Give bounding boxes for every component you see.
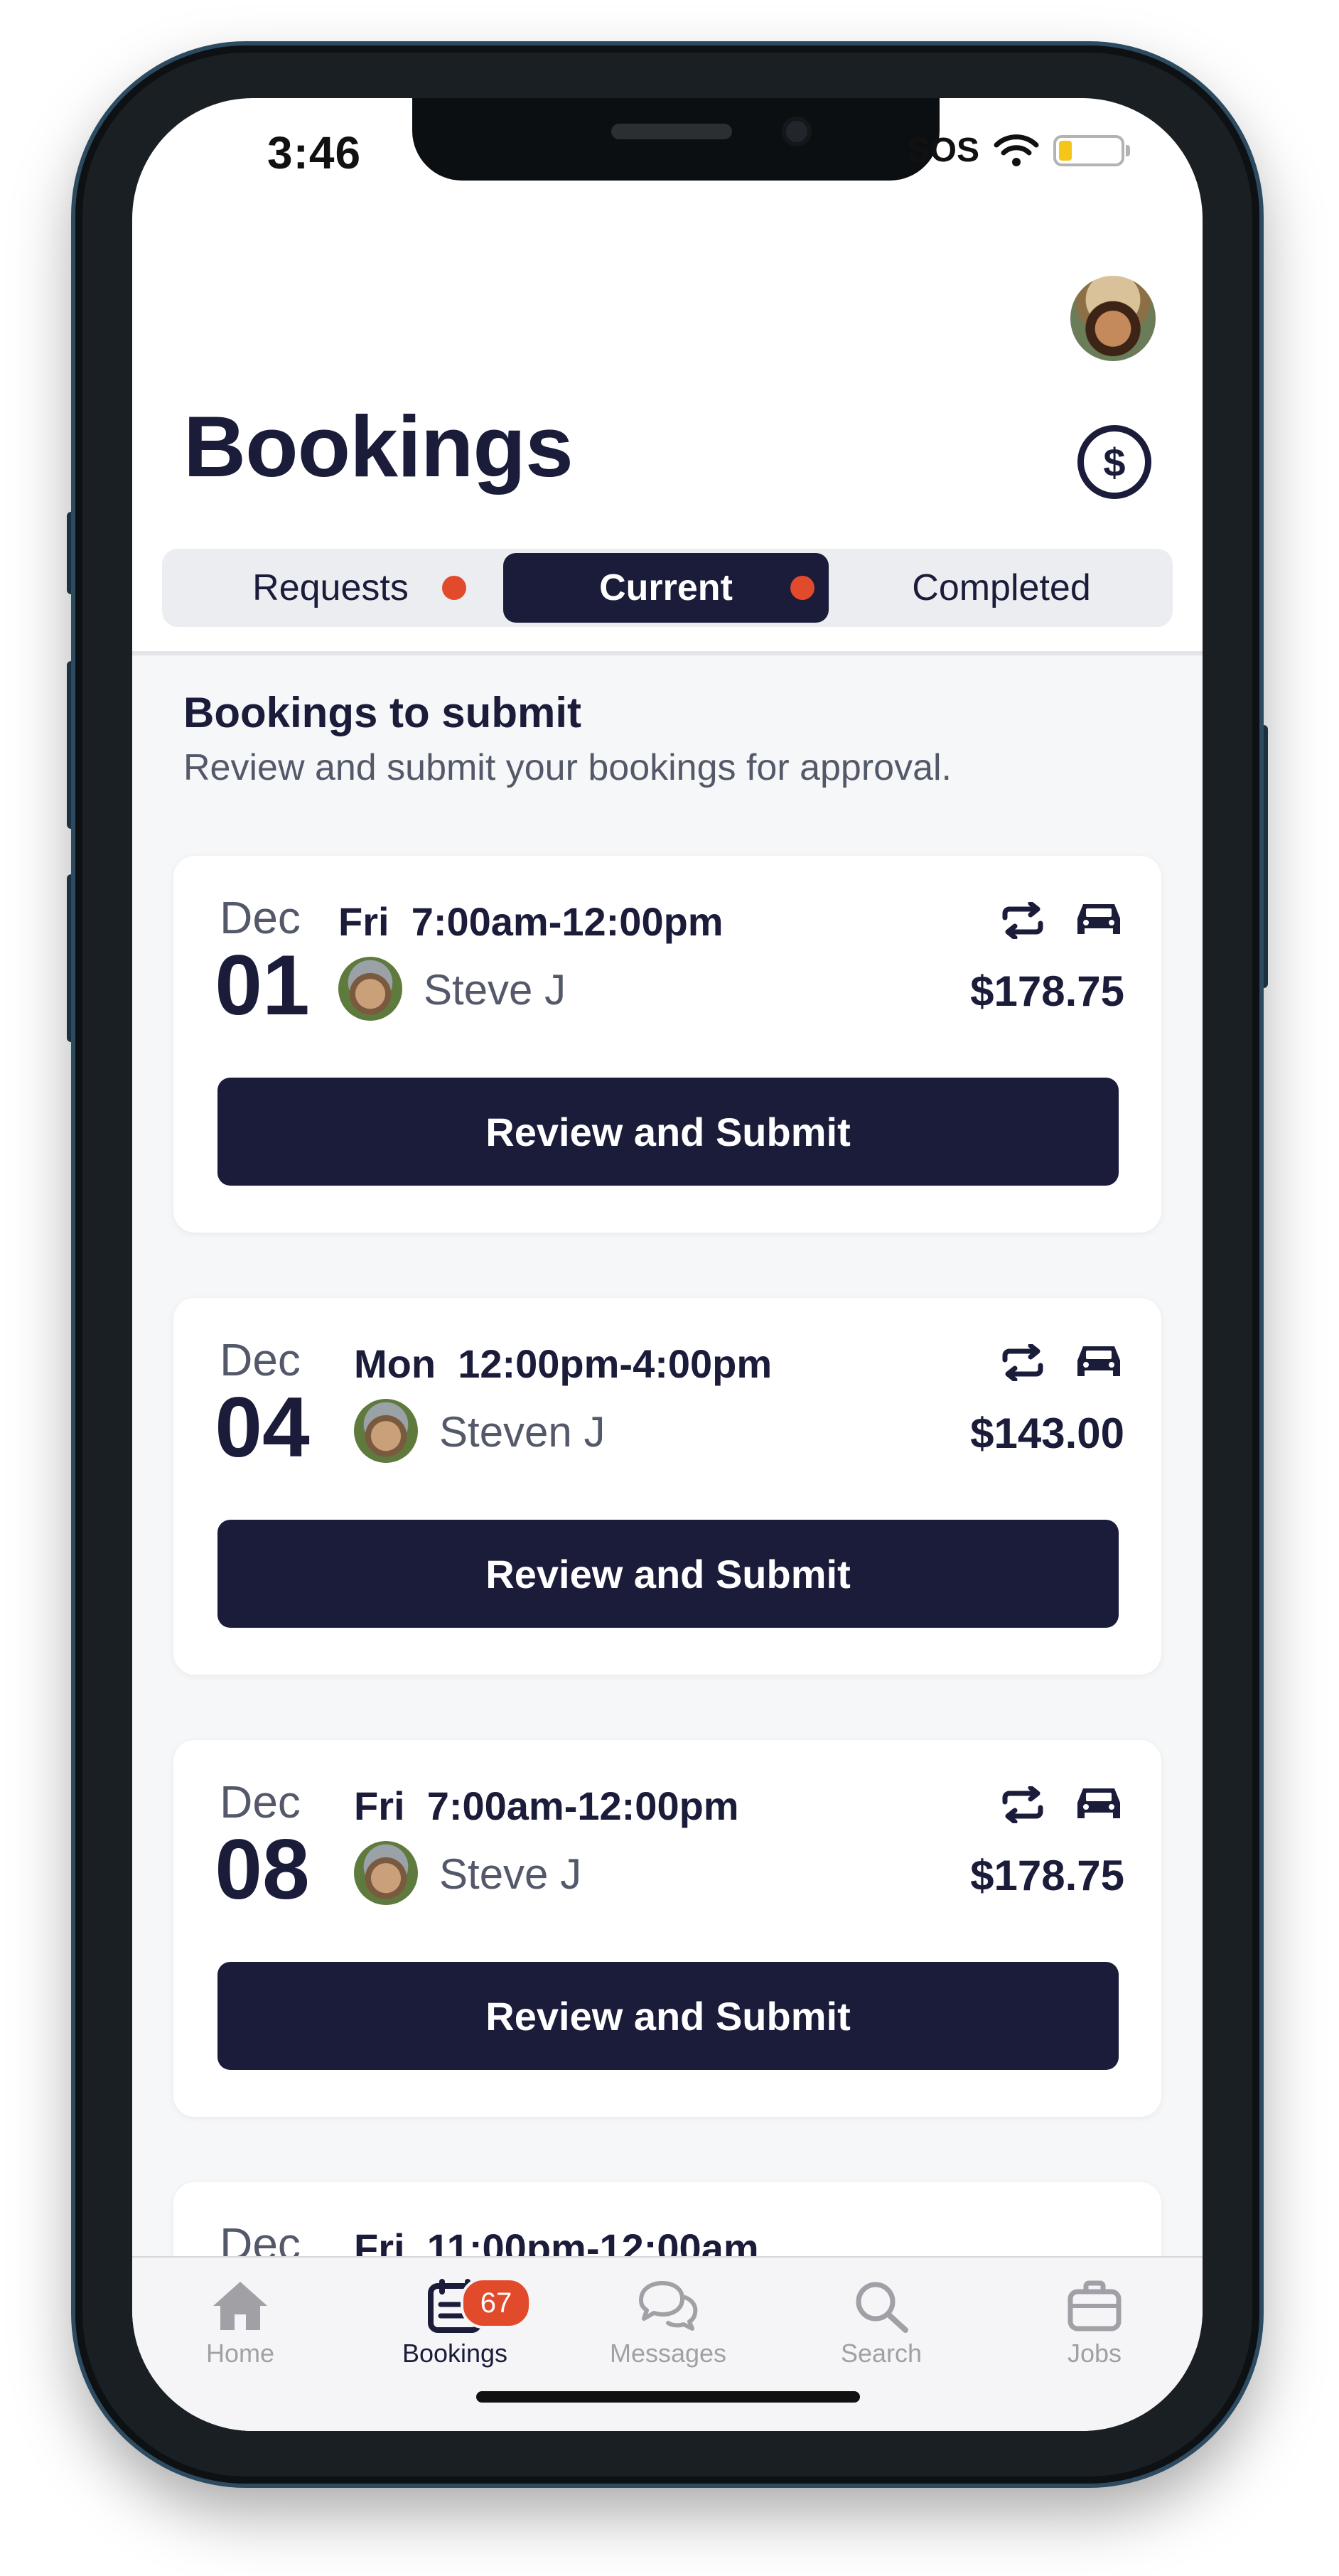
page-title: Bookings xyxy=(183,398,574,495)
client-name: Steve J xyxy=(439,1850,582,1898)
tab-label: Completed xyxy=(912,567,1091,608)
client-avatar xyxy=(338,957,402,1021)
tab-label: Search xyxy=(840,2339,923,2368)
app-screen: 3:46 SOS Bookings $ Requests Current Com… xyxy=(132,98,1203,2431)
booking-weekday: Fri xyxy=(354,1783,405,1828)
booking-weekday: Fri xyxy=(338,899,389,944)
chat-icon xyxy=(639,2281,698,2331)
tab-label: Requests xyxy=(252,567,409,608)
booking-hours: 7:00am-12:00pm xyxy=(411,899,724,944)
tab-current[interactable]: Current xyxy=(503,553,829,623)
client-name: Steven J xyxy=(439,1408,606,1456)
speaker xyxy=(611,124,732,139)
booking-price: $143.00 xyxy=(970,1410,1124,1457)
status-indicators: SOS xyxy=(907,131,1130,170)
profile-avatar[interactable] xyxy=(1070,276,1156,361)
booking-icons xyxy=(1001,1342,1124,1383)
wifi-icon xyxy=(994,134,1039,166)
booking-time: Fri 7:00am-12:00pm xyxy=(338,898,724,945)
dollar-icon: $ xyxy=(1103,439,1126,485)
battery-level xyxy=(1059,140,1072,161)
booking-month: Dec xyxy=(220,1776,301,1828)
tab-completed[interactable]: Completed xyxy=(833,553,1170,623)
booking-day: 08 xyxy=(215,1822,310,1917)
booking-price: $178.75 xyxy=(970,967,1124,1015)
booking-price: $178.75 xyxy=(970,1852,1124,1899)
tab-label: Home xyxy=(205,2339,275,2368)
repeat-icon xyxy=(1002,1786,1043,1823)
booking-day: 01 xyxy=(215,938,310,1033)
booking-month: Dec xyxy=(220,892,301,943)
client-avatar xyxy=(354,1841,418,1905)
section-subtitle: Review and submit your bookings for appr… xyxy=(183,747,952,788)
booking-card: Dec 01 Fri 7:00am-12:00pm Steve J $178.7… xyxy=(173,856,1161,1233)
tab-label: Jobs xyxy=(1067,2339,1122,2368)
booking-card: Dec 04 Mon 12:00pm-4:00pm Steven J $143.… xyxy=(173,1298,1161,1675)
car-icon xyxy=(1077,1788,1120,1818)
booking-hours: 7:00am-12:00pm xyxy=(426,1783,739,1828)
battery-icon xyxy=(1053,134,1130,166)
power-button xyxy=(1258,725,1268,988)
car-icon xyxy=(1077,904,1120,934)
tab-home[interactable]: Home xyxy=(162,2279,318,2368)
tab-search[interactable]: Search xyxy=(803,2279,959,2368)
booking-weekday: Mon xyxy=(354,1341,436,1386)
client-name: Steve J xyxy=(424,966,566,1014)
front-camera xyxy=(782,117,812,146)
earnings-button[interactable]: $ xyxy=(1077,425,1151,499)
tab-label: Current xyxy=(599,567,733,608)
requests-notification-dot xyxy=(442,576,466,600)
tab-jobs[interactable]: Jobs xyxy=(1016,2279,1173,2368)
booking-hours: 12:00pm-4:00pm xyxy=(458,1341,773,1386)
review-and-submit-button[interactable]: Review and Submit xyxy=(217,1520,1119,1628)
bottom-tab-bar: Home 67 Bookings Messages Search Jobs xyxy=(132,2256,1203,2431)
notch xyxy=(412,98,940,181)
booking-status-tabs: Requests Current Completed xyxy=(162,549,1173,627)
status-time: 3:46 xyxy=(267,127,362,178)
car-icon xyxy=(1077,1346,1120,1376)
search-icon xyxy=(856,2282,908,2333)
booking-time: Fri 7:00am-12:00pm xyxy=(354,1783,739,1829)
home-indicator[interactable] xyxy=(476,2391,860,2403)
booking-month: Dec xyxy=(220,1334,301,1385)
booking-icons xyxy=(1001,1784,1124,1825)
tab-label: Bookings xyxy=(402,2339,508,2368)
client-avatar xyxy=(354,1399,418,1463)
tab-bookings[interactable]: 67 Bookings xyxy=(377,2277,533,2368)
repeat-icon xyxy=(1002,1344,1043,1381)
bookings-badge: 67 xyxy=(461,2277,532,2329)
booking-day: 04 xyxy=(215,1380,310,1475)
booking-time: Mon 12:00pm-4:00pm xyxy=(354,1341,772,1387)
tab-messages[interactable]: Messages xyxy=(590,2279,746,2368)
review-and-submit-button[interactable]: Review and Submit xyxy=(217,1078,1119,1186)
battery-tip xyxy=(1126,144,1130,156)
booking-card: Dec 08 Fri 7:00am-12:00pm Steve J $178.7… xyxy=(173,1740,1161,2117)
repeat-icon xyxy=(1002,902,1043,939)
briefcase-icon xyxy=(1068,2280,1122,2331)
carrier-label: SOS xyxy=(907,132,979,169)
review-and-submit-button[interactable]: Review and Submit xyxy=(217,1962,1119,2070)
phone-frame: 3:46 SOS Bookings $ Requests Current Com… xyxy=(75,45,1259,2484)
home-icon xyxy=(213,2282,267,2330)
current-notification-dot xyxy=(790,576,814,600)
booking-icons xyxy=(1001,900,1124,941)
tab-label: Messages xyxy=(609,2339,727,2368)
section-title: Bookings to submit xyxy=(183,689,581,736)
